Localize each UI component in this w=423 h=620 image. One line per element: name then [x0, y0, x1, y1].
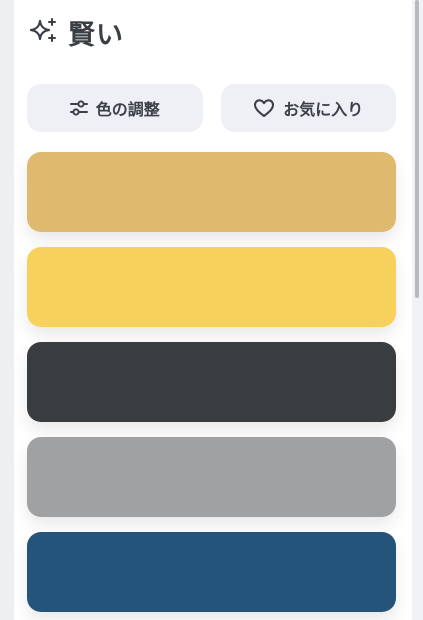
color-swatch-2[interactable] [27, 247, 396, 327]
sparkle-icon [28, 16, 60, 48]
page-title: 賢い [68, 19, 124, 51]
color-swatch-list [27, 152, 396, 620]
adjust-colors-label: 色の調整 [95, 100, 160, 119]
color-swatch-5[interactable] [27, 532, 396, 612]
action-buttons: 色の調整 お気に入り [27, 84, 396, 132]
scrollbar-thumb[interactable] [415, 0, 419, 298]
favorites-label: お気に入り [283, 100, 364, 119]
color-swatch-3[interactable] [27, 342, 396, 422]
screen: 賢い 色の調整 お気に入り [0, 0, 423, 620]
color-swatch-1[interactable] [27, 152, 396, 232]
left-gutter [0, 0, 14, 620]
adjust-colors-button[interactable]: 色の調整 [27, 84, 203, 132]
favorites-button[interactable]: お気に入り [220, 84, 396, 132]
heart-icon [253, 98, 275, 118]
header: 賢い [28, 12, 124, 52]
sliders-icon [69, 99, 88, 117]
color-swatch-4[interactable] [27, 437, 396, 517]
scrollbar[interactable] [412, 0, 422, 620]
